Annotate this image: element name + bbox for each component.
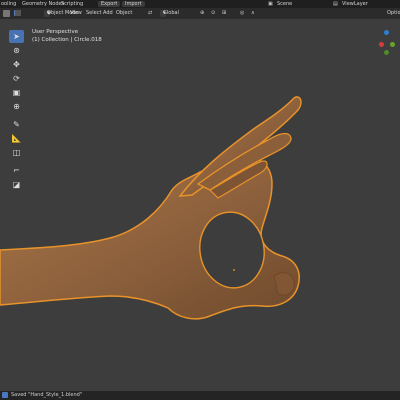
import-button[interactable]: Import — [122, 1, 145, 7]
add-cube-icon[interactable]: ◫ — [9, 146, 24, 159]
annotate-icon[interactable]: ✎ — [9, 118, 24, 131]
options-label[interactable]: Optio — [387, 8, 400, 19]
proportional-edit-icon[interactable]: ◎ — [240, 8, 244, 19]
viewport-info: User Perspective (1) Collection | Circle… — [32, 28, 102, 44]
3d-cursor-icon — [233, 269, 235, 271]
measure-icon[interactable]: 📐 — [9, 132, 24, 145]
transform-orientation-icon[interactable]: ⇄ — [148, 8, 152, 19]
viewport-header: ◈ Object Mode ▾ View Select Add Object ⇄… — [0, 8, 400, 19]
smooth-icon[interactable]: ◪ — [9, 178, 24, 191]
mode-dropdown[interactable]: ◈ Object Mode ▾ — [44, 10, 79, 17]
hand-model[interactable] — [0, 19, 400, 391]
status-bar: Saved "Hand_Style_1.blend" — [0, 391, 400, 400]
scene-icon[interactable]: ▣ — [268, 0, 273, 8]
orientation-dropdown[interactable]: Global ▾ — [160, 10, 179, 17]
export-button[interactable]: Export — [98, 1, 121, 7]
workspace-tab-shading[interactable]: ooling — [1, 0, 16, 8]
falloff-icon[interactable]: ∧ — [251, 8, 255, 19]
workspace-bar: ooling Geometry Nodes Scripting Export I… — [0, 0, 400, 8]
rotate-icon[interactable]: ⟳ — [9, 72, 24, 85]
menu-view[interactable]: View — [70, 8, 82, 19]
scene-name[interactable]: Scene — [277, 0, 292, 8]
pivot-icon[interactable]: ⊕ — [200, 8, 204, 19]
scale-icon[interactable]: ▣ — [9, 86, 24, 99]
menu-add[interactable]: Add — [103, 8, 113, 19]
view-name: User Perspective — [32, 29, 79, 35]
chevron-down-icon: ▾ — [47, 10, 50, 16]
cursor-icon[interactable]: ➤ — [9, 30, 24, 43]
x-axis-icon[interactable] — [379, 42, 384, 47]
viewlayer-name[interactable]: ViewLayer — [342, 0, 368, 8]
menu-object[interactable]: Object — [116, 8, 132, 19]
z-axis-icon[interactable] — [384, 30, 389, 35]
chevron-down-icon: ▾ — [163, 10, 166, 16]
move-icon[interactable]: ✥ — [9, 58, 24, 71]
info-icon — [2, 392, 8, 398]
y-axis-icon[interactable] — [390, 42, 395, 47]
workspace-tab-geometry-nodes[interactable]: Geometry Nodes — [22, 0, 64, 8]
3d-cursor-icon[interactable]: ⊛ — [9, 44, 24, 57]
menu-select[interactable]: Select — [86, 8, 101, 19]
shear-icon[interactable]: ⌐ — [9, 164, 24, 177]
viewlayer-icon[interactable]: ▤ — [333, 0, 338, 8]
neg-y-axis-icon[interactable] — [384, 50, 389, 55]
workspace-tab-scripting[interactable]: Scripting — [61, 0, 83, 8]
snap-target-icon[interactable]: ⊞ — [222, 8, 226, 19]
snap-icon[interactable]: ⊙ — [211, 8, 215, 19]
collection-info: (1) Collection | Circle.018 — [32, 37, 102, 43]
status-message: Saved "Hand_Style_1.blend" — [11, 392, 83, 398]
transform-icon[interactable]: ⊕ — [9, 100, 24, 113]
